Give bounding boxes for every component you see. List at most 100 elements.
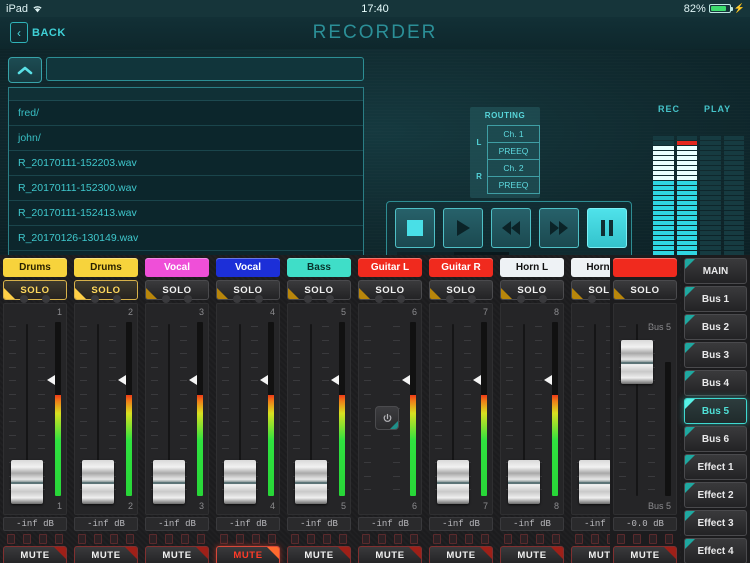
bus-selector-bus-3[interactable]: Bus 3 — [684, 342, 747, 368]
pause-button[interactable] — [587, 208, 627, 248]
channel-mute-button[interactable]: MUTE — [3, 546, 67, 563]
channel-fader[interactable] — [79, 320, 117, 500]
back-button[interactable]: ‹ BACK — [10, 22, 66, 43]
channel-number-top: 8 — [554, 307, 559, 317]
fast-forward-button[interactable] — [539, 208, 579, 248]
bus-selector-bus-2[interactable]: Bus 2 — [684, 314, 747, 340]
channel-fader[interactable] — [292, 320, 330, 500]
channel-fader[interactable] — [434, 320, 472, 500]
list-item[interactable]: fred/ — [9, 101, 363, 126]
bus-selector-bus-5[interactable]: Bus 5 — [684, 398, 747, 424]
status-right: 82% ⚡ — [684, 3, 745, 15]
chevron-up-icon[interactable] — [8, 57, 42, 83]
channel-db-readout: -inf dB — [287, 517, 351, 531]
recorder-panel: fred/ john/ R_20170111-152203.wav R_2017… — [0, 49, 750, 255]
routing-panel: ROUTING L Ch. 1 PREEQ R Ch. 2 PREEQ — [470, 107, 540, 198]
channel-fader[interactable] — [8, 320, 46, 500]
channel-name-button[interactable]: Guitar R — [429, 258, 493, 277]
channel-number-bottom: 1 — [57, 501, 62, 511]
channel-mute-button[interactable]: MUTE — [500, 546, 564, 563]
channel-knobs — [75, 295, 139, 304]
channel-fader-handle[interactable] — [437, 460, 469, 504]
bus-fader-handle[interactable] — [621, 340, 653, 384]
channel-mute-button[interactable]: MUTE — [358, 546, 422, 563]
channel-fader-body: 7 7 — [429, 303, 493, 515]
channel-fader[interactable] — [363, 320, 401, 500]
bus-mute-button[interactable]: MUTE — [613, 546, 677, 563]
bus-selector-bus-4[interactable]: Bus 4 — [684, 370, 747, 396]
routing-right-source[interactable]: Ch. 2 — [487, 159, 540, 177]
channel-name-button[interactable]: Horn L — [500, 258, 564, 277]
channel-name-button[interactable]: Bass — [287, 258, 351, 277]
channel-number-bottom: 6 — [412, 501, 417, 511]
stop-icon — [407, 220, 423, 236]
list-item[interactable]: R_20170111-152203.wav — [9, 151, 363, 176]
routing-right-tap[interactable]: PREEQ — [487, 176, 540, 194]
channel-knobs — [217, 295, 281, 304]
power-button[interactable] — [375, 406, 399, 430]
routing-left-source[interactable]: Ch. 1 — [487, 125, 540, 143]
play-button[interactable] — [443, 208, 483, 248]
channel-fader[interactable] — [576, 320, 612, 500]
routing-title: ROUTING — [470, 107, 540, 125]
bus-selector-main[interactable]: MAIN — [684, 258, 747, 284]
pan-knob — [446, 295, 454, 303]
clock-label: 17:40 — [0, 3, 750, 15]
channel-mute-button[interactable]: MUTE — [571, 546, 612, 563]
channel-fader[interactable] — [505, 320, 543, 500]
battery-percent-label: 82% — [684, 3, 706, 15]
list-item[interactable]: R_20170111-152413.wav — [9, 201, 363, 226]
channel-fader-body: 9 9 — [571, 303, 612, 515]
bus-solo-button[interactable]: SOLO — [613, 280, 677, 300]
bus-fader[interactable] — [618, 320, 656, 500]
stop-button[interactable] — [395, 208, 435, 248]
channel-fader-handle[interactable] — [579, 460, 611, 504]
channel-name-button[interactable]: Horn R — [571, 258, 612, 277]
channel-name-button[interactable]: Vocal — [216, 258, 280, 277]
list-item[interactable]: R_20170111-152300.wav — [9, 176, 363, 201]
channel-fader-handle[interactable] — [11, 460, 43, 504]
routing-left-tap[interactable]: PREEQ — [487, 142, 540, 160]
channel-mute-button[interactable]: MUTE — [287, 546, 351, 563]
bus-selector-bus-6[interactable]: Bus 6 — [684, 426, 747, 452]
bus-selector-bus-1[interactable]: Bus 1 — [684, 286, 747, 312]
channel-name-button[interactable]: Drums — [3, 258, 67, 277]
meter-pointer-icon — [331, 375, 339, 385]
channel-fader-handle[interactable] — [224, 460, 256, 504]
channel-mute-button[interactable]: MUTE — [429, 546, 493, 563]
path-input[interactable] — [46, 57, 364, 81]
channel-mute-button[interactable]: MUTE — [145, 546, 209, 563]
bus-selector-effect-4[interactable]: Effect 4 — [684, 538, 747, 563]
channel-fader[interactable] — [150, 320, 188, 500]
list-item[interactable]: R_20170126-130149.wav — [9, 226, 363, 251]
gain-knob — [113, 295, 121, 303]
recorder-app-screen: iPad 17:40 82% ⚡ RECORDER ‹ BACK fred/ j… — [0, 0, 750, 563]
channel-fader-handle[interactable] — [153, 460, 185, 504]
channel-fader-handle[interactable] — [508, 460, 540, 504]
channel-fader[interactable] — [221, 320, 259, 500]
bus-selector-effect-2[interactable]: Effect 2 — [684, 482, 747, 508]
rewind-button[interactable] — [491, 208, 531, 248]
meter-pointer-icon — [189, 375, 197, 385]
channel-level-meter — [55, 322, 61, 496]
bus-selector-effect-1[interactable]: Effect 1 — [684, 454, 747, 480]
channel-name-button[interactable]: Vocal — [145, 258, 209, 277]
pan-knob — [375, 295, 383, 303]
meter-pointer-icon — [47, 375, 55, 385]
channel-name-button[interactable]: Drums — [74, 258, 138, 277]
list-item[interactable]: john/ — [9, 126, 363, 151]
channel-level-meter — [552, 322, 558, 496]
channel-mute-button[interactable]: MUTE — [74, 546, 138, 563]
bus-selector-effect-3[interactable]: Effect 3 — [684, 510, 747, 536]
channel-fader-handle[interactable] — [82, 460, 114, 504]
bus-name-button[interactable] — [613, 258, 677, 277]
bus-pegs — [613, 534, 677, 544]
channel-fader-handle[interactable] — [295, 460, 327, 504]
meter-pointer-icon — [473, 375, 481, 385]
channel-pegs — [358, 534, 422, 544]
gain-knob — [42, 295, 50, 303]
channel-name-button[interactable]: Guitar L — [358, 258, 422, 277]
back-button-label: BACK — [32, 27, 66, 39]
channel-mute-button[interactable]: MUTE — [216, 546, 280, 563]
channel-pegs — [3, 534, 67, 544]
